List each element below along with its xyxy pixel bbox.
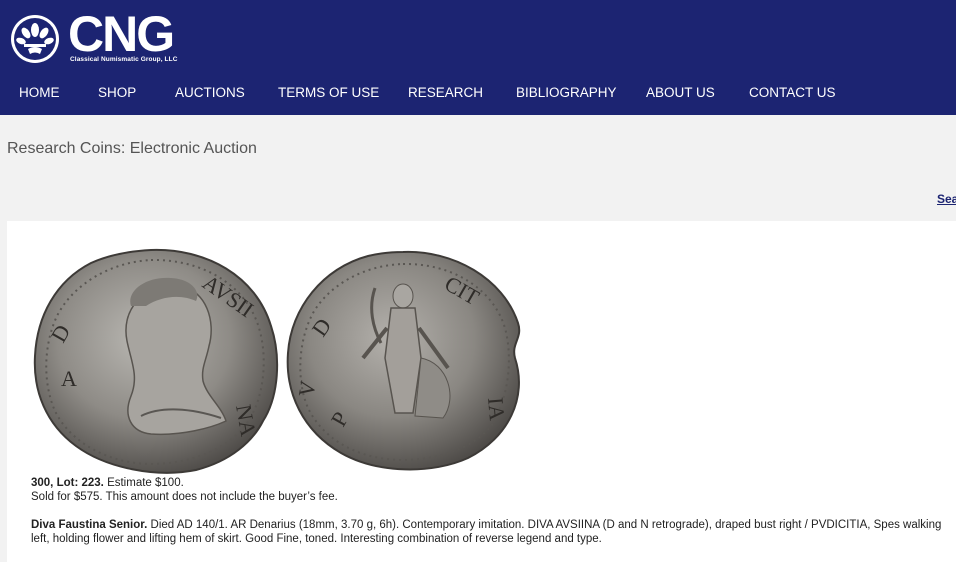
nav-item-bibliography[interactable]: BIBLIOGRAPHY [516, 84, 617, 102]
lot-estimate: Estimate $100. [103, 477, 184, 489]
brand-name[interactable]: CNG [68, 6, 175, 62]
nav-item-about-us[interactable]: ABOUT US [646, 84, 715, 102]
lot-name: Diva Faustina Senior. [31, 519, 148, 531]
coin-reverse-image[interactable]: D V P CIT IA [283, 248, 531, 472]
lot-number: 300, Lot: 223. [31, 477, 104, 489]
svg-text:IA: IA [483, 396, 510, 421]
nav-item-auctions[interactable]: AUCTIONS [175, 84, 245, 102]
nav-item-contact-us[interactable]: CONTACT US [749, 84, 836, 102]
cng-logo-icon[interactable] [10, 14, 60, 64]
lot-summary: 300, Lot: 223. Estimate $100. [31, 476, 184, 490]
brand-subtitle: Classical Numismatic Group, LLC [70, 56, 178, 63]
nav-item-home[interactable]: HOME [19, 84, 60, 102]
nav-item-shop[interactable]: SHOP [98, 84, 136, 102]
nav-item-research[interactable]: RESEARCH [408, 84, 483, 102]
svg-text:A: A [61, 366, 77, 391]
lot-description-text: Died AD 140/1. AR Denarius (18mm, 3.70 g… [31, 519, 942, 545]
lot-sold-price: Sold for $575. This amount does not incl… [31, 491, 338, 503]
page-title: Research Coins: Electronic Auction [7, 140, 257, 157]
lot-description: Diva Faustina Senior. Died AD 140/1. AR … [31, 518, 943, 546]
nav-item-terms-of-use[interactable]: TERMS OF USE [278, 84, 379, 102]
search-link[interactable]: Sea [937, 192, 956, 206]
coin-obverse-image[interactable]: D A AVSII NA [31, 246, 281, 474]
site-header: CNG Classical Numismatic Group, LLC HOME… [0, 0, 956, 115]
